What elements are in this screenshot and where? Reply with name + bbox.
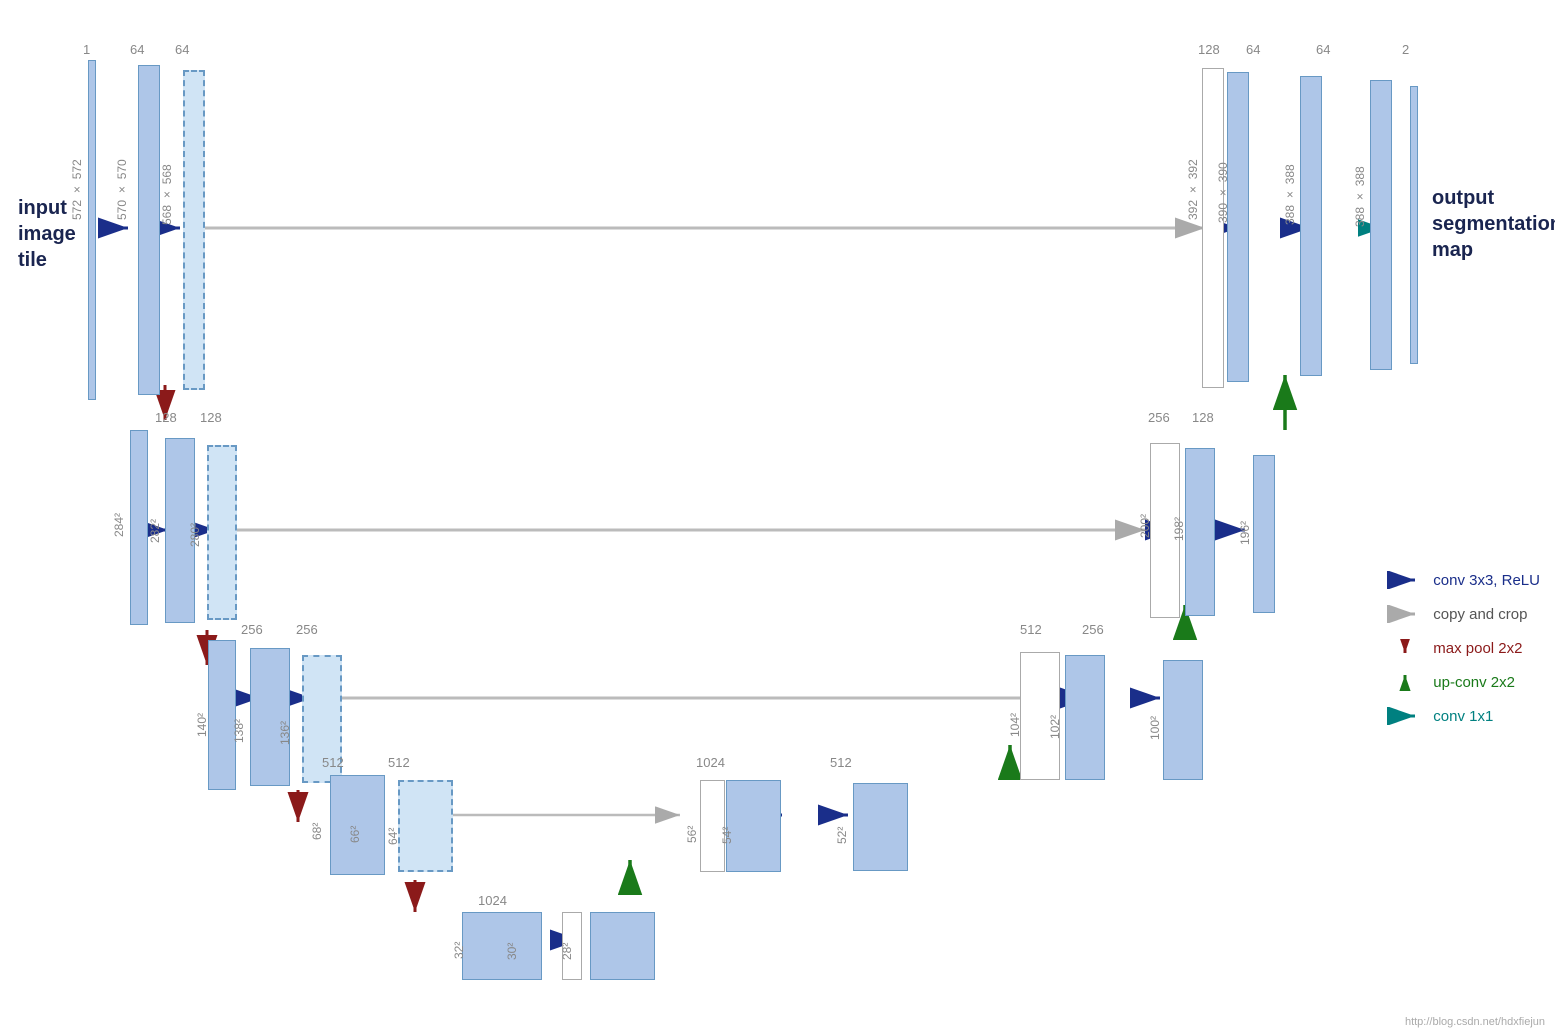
legend-upconv-arrow <box>1387 672 1423 692</box>
label-row2-ch2: 128 <box>155 410 177 425</box>
label-row1-ch2: 64 <box>130 42 144 57</box>
legend-conv1x1-arrow <box>1387 706 1423 726</box>
label-rdec1-ch4: 2 <box>1402 42 1409 57</box>
fmap-dec4-2 <box>726 780 781 872</box>
label-rdec4-size3: 52² <box>835 812 849 858</box>
fmap-dec1-4 <box>1370 80 1392 370</box>
label-bot-ch1: 1024 <box>478 893 507 908</box>
label-rdec3-size1: 104² <box>1008 695 1022 755</box>
label-rdec2-ch1: 256 <box>1148 410 1170 425</box>
label-row4-size3: 64² <box>386 812 400 860</box>
legend-conv1x1-label: conv 1x1 <box>1433 708 1493 725</box>
label-rdec4-size2: 54² <box>720 812 734 858</box>
fmap-bot-1 <box>462 912 542 980</box>
legend-copy-label: copy and crop <box>1433 606 1527 623</box>
fmap-enc1-1 <box>138 65 160 395</box>
legend: conv 3x3, ReLU copy and crop max pool 2x… <box>1387 570 1540 740</box>
label-row4-size1: 68² <box>310 806 324 856</box>
label-bot-size2: 30² <box>505 932 519 970</box>
label-bot-size1: 32² <box>452 930 466 970</box>
label-rdec1-ch3: 64 <box>1316 42 1330 57</box>
legend-copy-arrow <box>1387 604 1423 624</box>
label-row3-ch3: 256 <box>296 622 318 637</box>
label-row2-size2: 282² <box>148 488 162 573</box>
label-row3-ch2: 256 <box>241 622 263 637</box>
label-rdec4-ch1: 1024 <box>696 755 725 770</box>
label-row4-ch2: 512 <box>388 755 410 770</box>
output-label: outputsegmentationmap <box>1432 185 1555 263</box>
label-rdec4-ch2: 512 <box>830 755 852 770</box>
fmap-dec2-3 <box>1253 455 1275 613</box>
diagram-container: 1 64 64 572 × 572 570 × 570 568 × 568 12… <box>0 0 1555 1036</box>
fmap-enc2-3 <box>207 445 237 620</box>
fmap-dec1-3 <box>1300 76 1322 376</box>
fmap-input-1 <box>88 60 96 400</box>
label-rdec3-ch2: 256 <box>1082 622 1104 637</box>
label-rdec3-ch1: 512 <box>1020 622 1042 637</box>
fmap-enc4-2 <box>398 780 453 872</box>
label-rdec2-ch2: 128 <box>1192 410 1214 425</box>
label-row4-ch1: 512 <box>322 755 344 770</box>
fmap-dec2-2 <box>1185 448 1215 616</box>
fmap-dec1-5 <box>1410 86 1418 364</box>
fmap-dec4-3 <box>853 783 908 871</box>
fmap-dec3-3 <box>1163 660 1203 780</box>
label-rdec2-size2: 198² <box>1172 488 1186 570</box>
label-rdec4-size1: 56² <box>685 810 699 858</box>
label-rdec1-ch1: 128 <box>1198 42 1220 57</box>
label-rdec3-size3: 100² <box>1148 700 1162 755</box>
legend-conv-arrow <box>1387 570 1423 590</box>
label-rdec3-size2: 102² <box>1048 698 1062 756</box>
label-rdec2-size1: 200² <box>1138 482 1152 570</box>
label-row4-size2: 66² <box>348 810 362 858</box>
label-bot-size3: 28² <box>560 933 574 969</box>
label-rdec1-size2: 390 × 390 <box>1216 140 1230 245</box>
legend-maxpool-arrow <box>1387 638 1423 658</box>
watermark: http://blog.csdn.net/hdxfiejun <box>1405 1016 1545 1028</box>
legend-maxpool: max pool 2x2 <box>1387 638 1540 658</box>
label-row2-size1: 284² <box>112 480 126 570</box>
label-row1-size2: 570 × 570 <box>115 135 129 245</box>
label-row2-ch3: 128 <box>200 410 222 425</box>
label-row3-size2: 138² <box>232 698 246 763</box>
input-label: inputimagetile <box>18 195 76 273</box>
fmap-bot-3 <box>590 912 655 980</box>
fmap-dec1-2 <box>1227 72 1249 382</box>
legend-maxpool-label: max pool 2x2 <box>1433 640 1522 657</box>
fmap-enc2-1 <box>130 430 148 625</box>
label-row3-size1: 140² <box>195 690 209 760</box>
legend-upconv-label: up-conv 2x2 <box>1433 674 1515 691</box>
legend-conv-label: conv 3x3, ReLU <box>1433 572 1540 589</box>
fmap-dec3-2 <box>1065 655 1105 780</box>
label-rdec2-size3: 196² <box>1238 495 1252 570</box>
label-row1-size3: 568 × 568 <box>160 140 174 250</box>
legend-conv: conv 3x3, ReLU <box>1387 570 1540 590</box>
legend-conv1x1: conv 1x1 <box>1387 706 1540 726</box>
label-rdec1-ch2: 64 <box>1246 42 1260 57</box>
label-row1-ch1: 1 <box>83 42 90 57</box>
label-row3-size3: 136² <box>278 703 292 763</box>
label-rdec1-size4: 388 × 388 <box>1353 148 1367 246</box>
legend-upconv: up-conv 2x2 <box>1387 672 1540 692</box>
fmap-enc1-2 <box>183 70 205 390</box>
label-rdec1-size3: 388 × 388 <box>1283 145 1297 245</box>
label-rdec1-size1: 392 × 392 <box>1186 135 1200 245</box>
label-row2-size3: 280² <box>188 495 202 575</box>
label-row1-ch3: 64 <box>175 42 189 57</box>
legend-copy: copy and crop <box>1387 604 1540 624</box>
